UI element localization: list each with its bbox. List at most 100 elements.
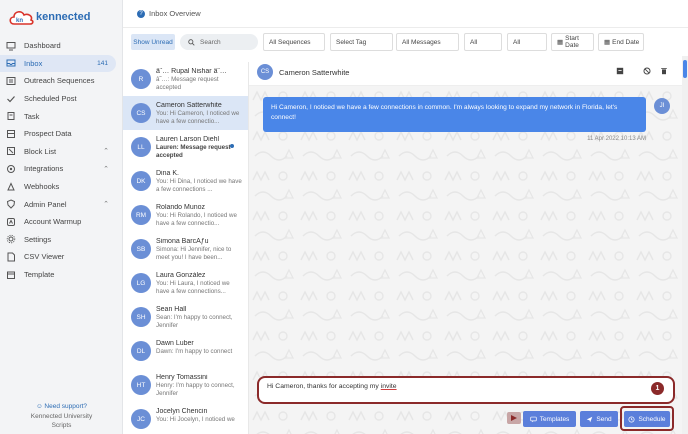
file-icon: [6, 252, 16, 262]
send-icon: [587, 416, 593, 422]
unread-dot: [230, 144, 234, 148]
webhook-icon: [6, 181, 16, 192]
conversation-item[interactable]: DL Dawn Luber Dawn: I'm happy to connect: [123, 334, 248, 368]
sidebar-item-task[interactable]: Task: [0, 107, 123, 125]
task-icon: [6, 111, 16, 121]
conversation-preview: You: Hi Cameron, I noticed we have a few…: [156, 110, 244, 126]
sidebar-item-label: Account Warmup: [24, 217, 82, 227]
sequences-select[interactable]: All Sequences: [263, 33, 325, 51]
conversation-item[interactable]: LG Laura González You: Hi Laura, I noticed…: [123, 266, 248, 300]
sidebar-item-label: Template: [24, 270, 55, 280]
conversation-preview-text: You: Hi Laura, I noticed we have a few c…: [156, 280, 230, 295]
conversation-text: â˜… Rupal Nishar â˜… â˜…: Message request…: [156, 68, 244, 96]
start-date-input[interactable]: ▦ Start Date: [551, 33, 594, 51]
start-date-label: Start Date: [565, 35, 579, 49]
conversation-text: Jocelyn Chencin You: Hi Jocelyn, I notice…: [156, 408, 244, 434]
conversation-preview: You: Hi Jocelyn, I noticed we: [156, 416, 244, 424]
sidebar-item-account-warmup[interactable]: Account Warmup: [0, 213, 123, 231]
message-compose-input[interactable]: Hi Cameron, thanks for accepting my invi…: [257, 376, 675, 404]
chevron-up-icon[interactable]: ⌃: [103, 147, 109, 155]
conversation-text: Simona BarcÃƒu Simona: Hi Jennifer, nice …: [156, 238, 244, 266]
avatar: R: [131, 69, 151, 89]
conversation-item[interactable]: SH Sean Hall Sean: I'm happy to connect, J…: [123, 300, 248, 334]
scripts-link[interactable]: Scripts: [0, 421, 123, 430]
brand-name: kennected: [36, 11, 91, 23]
block-icon[interactable]: [643, 67, 651, 75]
chevron-up-icon[interactable]: ⌃: [103, 165, 109, 173]
sidebar-item-block-list[interactable]: Block List ⌃: [0, 143, 123, 161]
sidebar-item-webhooks[interactable]: Webhooks: [0, 178, 123, 196]
avatar: SB: [131, 239, 151, 259]
conversation-item[interactable]: LL Lauren Larson Diehl Lauren: Message req…: [123, 130, 248, 164]
schedule-button[interactable]: Schedule: [624, 411, 670, 427]
brand-logo[interactable]: kn kennected: [8, 6, 108, 28]
need-support-link[interactable]: ☺ Need support?: [0, 403, 123, 410]
shield-icon: [6, 199, 16, 209]
conversation-item[interactable]: CS Cameron Satterwhite You: Hi Cameron, I …: [123, 96, 248, 130]
archive-icon[interactable]: [616, 67, 624, 75]
block-icon: [6, 146, 16, 156]
sequence-icon: [6, 76, 16, 86]
conversation-item[interactable]: DK Dina K. You: Hi Dina, I noticed we have…: [123, 164, 248, 198]
end-date-input[interactable]: ▦ End Date: [598, 33, 644, 51]
conversation-preview-text: You: Hi Jocelyn, I noticed we: [156, 416, 235, 423]
sidebar-item-label: Webhooks: [24, 182, 60, 192]
sidebar-item-label: Admin Panel: [24, 199, 67, 209]
sidebar-item-dashboard[interactable]: Dashboard: [0, 37, 123, 55]
show-unread-button[interactable]: Show Unread: [131, 34, 175, 50]
conversation-item[interactable]: SB Simona BarcÃƒu Simona: Hi Jennifer, nic…: [123, 232, 248, 266]
sidebar-item-prospect-data[interactable]: Prospect Data: [0, 125, 123, 143]
conversation-name: Jocelyn Chencin: [156, 408, 208, 415]
search-input[interactable]: Search: [180, 34, 258, 50]
conversation-item[interactable]: JC Jocelyn Chencin You: Hi Jocelyn, I noti…: [123, 402, 248, 434]
calendar-icon: ▦: [557, 39, 564, 46]
contact-avatar[interactable]: CS: [257, 64, 273, 80]
conversation-name: Cameron Satterwhite: [156, 102, 222, 109]
conversation-preview-text: You: Hi Rolando, I noticed we have a few…: [156, 212, 237, 227]
conversation-preview-text: Simona: Hi Jennifer, nice to meet you! I…: [156, 246, 232, 261]
question-icon[interactable]: ?: [137, 9, 145, 18]
conversation-text: Henry Tomassini Henry: I'm happy to conne…: [156, 374, 244, 402]
sidebar-item-scheduled-post[interactable]: Scheduled Post: [0, 90, 123, 108]
avatar: LG: [131, 273, 151, 293]
inbox-count-badge: 141: [97, 59, 108, 67]
templates-button[interactable]: Templates: [523, 411, 576, 427]
sidebar-nav: Dashboard Inbox 141 Outreach Sequences Sched…: [0, 37, 123, 283]
sidebar-item-csv-viewer[interactable]: CSV Viewer: [0, 248, 123, 266]
sidebar-item-template[interactable]: Template: [0, 266, 123, 284]
scrollbar-thumb[interactable]: [683, 60, 687, 78]
delete-icon[interactable]: [660, 67, 668, 75]
conversation-text: Laura González You: Hi Laura, I noticed w…: [156, 272, 244, 300]
send-label: Send: [596, 415, 612, 423]
sidebar-item-inbox[interactable]: Inbox 141: [0, 54, 116, 73]
contact-name[interactable]: Cameron Satterwhite: [279, 68, 349, 77]
gear-icon: [6, 234, 16, 244]
filter-select-1[interactable]: All: [464, 33, 502, 51]
expand-arrow-icon[interactable]: [507, 412, 521, 424]
conversation-item[interactable]: Râ˜… Rupal Nishar â˜… â˜…: Message reques…: [123, 62, 248, 96]
send-button[interactable]: Send: [580, 411, 618, 427]
conversation-preview-text: You: Hi Cameron, I noticed we have a few…: [156, 110, 240, 125]
conversation-item[interactable]: HT Henry Tomassini Henry: I'm happy to con…: [123, 368, 248, 402]
search-placeholder: Search: [200, 38, 221, 46]
sidebar-item-admin-panel[interactable]: Admin Panel ⌃: [0, 195, 123, 213]
end-date-label: End Date: [612, 38, 640, 46]
template-icon: [6, 270, 16, 280]
page-scrollbar[interactable]: [682, 56, 688, 434]
message-timestamp: 11 Apr 2022 10:13 AM: [587, 136, 646, 142]
sidebar-item-settings[interactable]: Settings: [0, 231, 123, 249]
messages-select[interactable]: All Messages: [396, 33, 459, 51]
sidebar-item-integrations[interactable]: Integrations ⌃: [0, 160, 123, 178]
filter-select-2[interactable]: All: [507, 33, 547, 51]
conversation-name: Henry Tomassini: [156, 374, 208, 381]
filter-bar: Show Unread Search All Sequences Select …: [123, 28, 688, 56]
kennected-university-link[interactable]: Kennected University: [0, 412, 123, 421]
tag-select[interactable]: Select Tag: [330, 33, 393, 51]
cloud-logo-icon: kn: [9, 11, 34, 25]
sidebar-item-outreach-sequences[interactable]: Outreach Sequences: [0, 72, 123, 90]
conversation-item[interactable]: RM Rolando Munoz You: Hi Rolando, I notice…: [123, 198, 248, 232]
conversation-name: Rolando Munoz: [156, 204, 206, 211]
conversation-preview: You: Hi Dina, I noticed we have a few co…: [156, 178, 244, 194]
conversation-preview-text: Henry: I'm happy to connect, Jennifer: [156, 382, 235, 397]
chevron-up-icon[interactable]: ⌃: [103, 200, 109, 208]
